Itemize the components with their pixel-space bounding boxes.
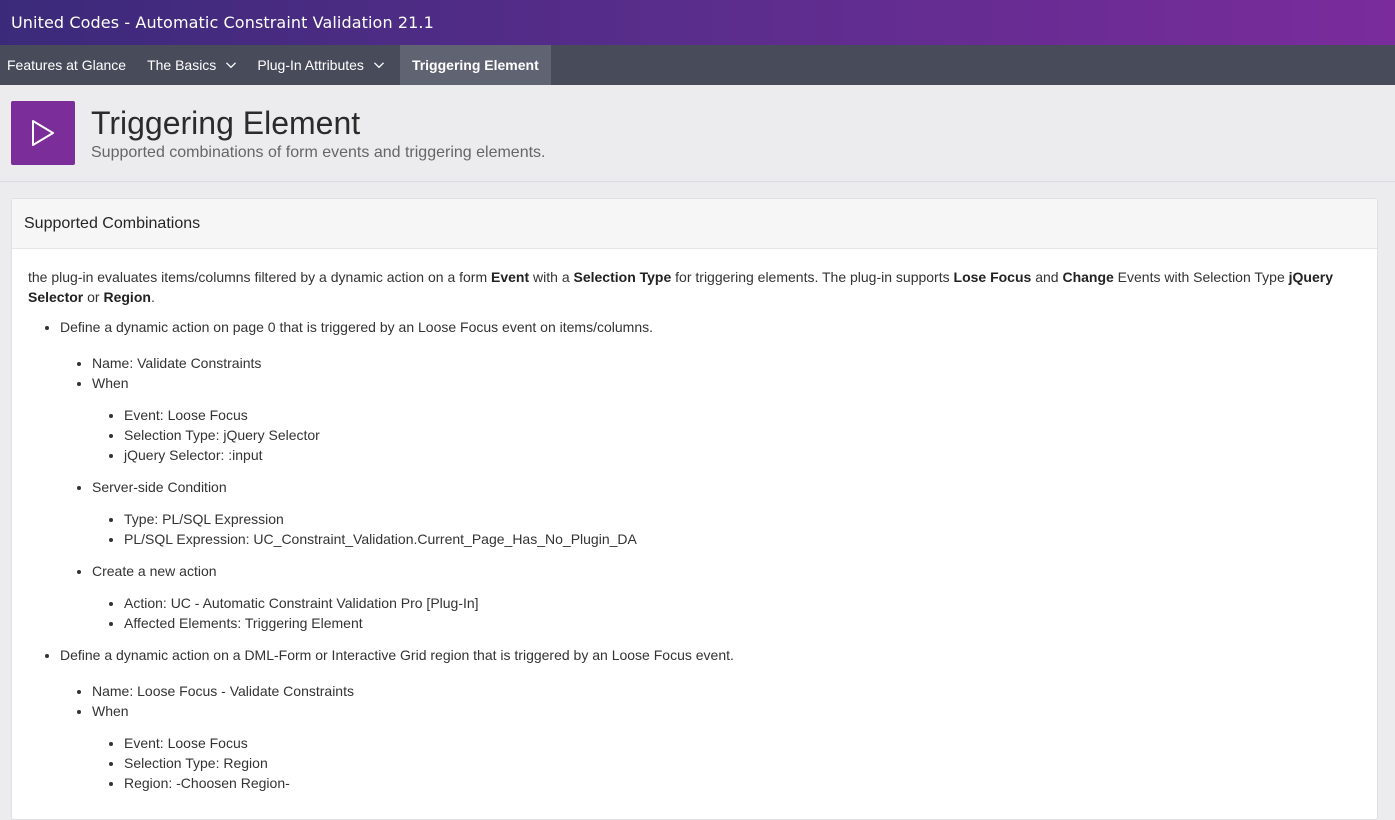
nav-label: Triggering Element (411, 57, 539, 73)
nav-item-plugin-attributes[interactable]: Plug-In Attributes (250, 45, 391, 85)
sub-list: Name: Validate Constraints When Event: L… (60, 353, 1361, 633)
list-item: Create a new action Action: UC - Automat… (92, 561, 1361, 633)
nav-item-triggering-element[interactable]: Triggering Element (399, 45, 551, 85)
sub-list: Event: Loose Focus Selection Type: jQuer… (92, 405, 1361, 465)
list-item: Event: Loose Focus (124, 405, 1361, 425)
list-item: Selection Type: jQuery Selector (124, 425, 1361, 445)
chevron-down-icon (373, 60, 384, 70)
list-item: Server-side Condition Type: PL/SQL Expre… (92, 477, 1361, 549)
list-item: Type: PL/SQL Expression (124, 509, 1361, 529)
nav-label: Features at Glance (7, 57, 127, 73)
intro-bold: Event (491, 269, 530, 285)
list-item: Event: Loose Focus (124, 733, 1361, 753)
intro-text: with a (529, 269, 574, 285)
region-body: the plug-in evaluates items/columns filt… (12, 249, 1377, 793)
list-item-text: When (92, 375, 129, 391)
main-nav: Features at Glance The Basics Plug-In At… (0, 45, 1395, 85)
sub-list: Name: Loose Focus - Validate Constraints… (60, 681, 1361, 793)
list-item-text: Create a new action (92, 563, 217, 579)
list-item: When Event: Loose Focus Selection Type: … (92, 373, 1361, 465)
intro-text: Events with Selection Type (1113, 269, 1289, 285)
list-item: jQuery Selector: :input (124, 445, 1361, 465)
region-header: Supported Combinations (12, 199, 1377, 249)
supported-combinations-region: Supported Combinations the plug-in evalu… (11, 198, 1378, 820)
intro-bold: Selection Type (573, 269, 672, 285)
nav-item-features[interactable]: Features at Glance (0, 45, 133, 85)
sub-list: Event: Loose Focus Selection Type: Regio… (92, 733, 1361, 793)
intro-text: the plug-in evaluates items/columns filt… (28, 269, 492, 285)
intro-text: and (1031, 269, 1063, 285)
list-item: Define a dynamic action on a DML-Form or… (60, 645, 1361, 793)
intro-paragraph: the plug-in evaluates items/columns filt… (28, 267, 1361, 307)
list-item-text: Define a dynamic action on a DML-Form or… (60, 647, 734, 663)
intro-bold: Lose Focus (953, 269, 1032, 285)
list-item: When Event: Loose Focus Selection Type: … (92, 701, 1361, 793)
sub-list: Type: PL/SQL Expression PL/SQL Expressio… (92, 509, 1361, 549)
list-item-text: When (92, 703, 129, 719)
intro-text: or (83, 289, 104, 305)
play-icon (11, 101, 75, 165)
list-item: Affected Elements: Triggering Element (124, 613, 1361, 633)
region-title: Supported Combinations (24, 214, 201, 232)
chevron-down-icon (226, 60, 237, 70)
app-title[interactable]: United Codes - Automatic Constraint Vali… (11, 13, 434, 32)
list-item: Name: Validate Constraints (92, 353, 1361, 373)
page-subtitle: Supported combinations of form events an… (91, 144, 546, 161)
nav-label: Plug-In Attributes (257, 57, 364, 73)
list-item: Define a dynamic action on page 0 that i… (60, 317, 1361, 633)
intro-bold: Change (1062, 269, 1114, 285)
app-header: United Codes - Automatic Constraint Vali… (0, 0, 1395, 45)
list-item-text: Define a dynamic action on page 0 that i… (60, 319, 654, 335)
sub-list: Action: UC - Automatic Constraint Valida… (92, 593, 1361, 633)
list-item: Name: Loose Focus - Validate Constraints (92, 681, 1361, 701)
list-item: Selection Type: Region (124, 753, 1361, 773)
intro-bold: Region (103, 289, 151, 305)
instructions-list: Define a dynamic action on page 0 that i… (28, 317, 1361, 793)
list-item-text: Server-side Condition (92, 479, 227, 495)
nav-item-the-basics[interactable]: The Basics (140, 45, 243, 85)
intro-text: for triggering elements. The plug-in sup… (671, 269, 954, 285)
list-item: Action: UC - Automatic Constraint Valida… (124, 593, 1361, 613)
page-hero: Triggering Element Supported combination… (0, 85, 1395, 182)
list-item: PL/SQL Expression: UC_Constraint_Validat… (124, 529, 1361, 549)
page-title: Triggering Element (91, 105, 361, 141)
intro-text: . (150, 289, 155, 305)
nav-label: The Basics (147, 57, 217, 73)
list-item: Region: -Choosen Region- (124, 773, 1361, 793)
